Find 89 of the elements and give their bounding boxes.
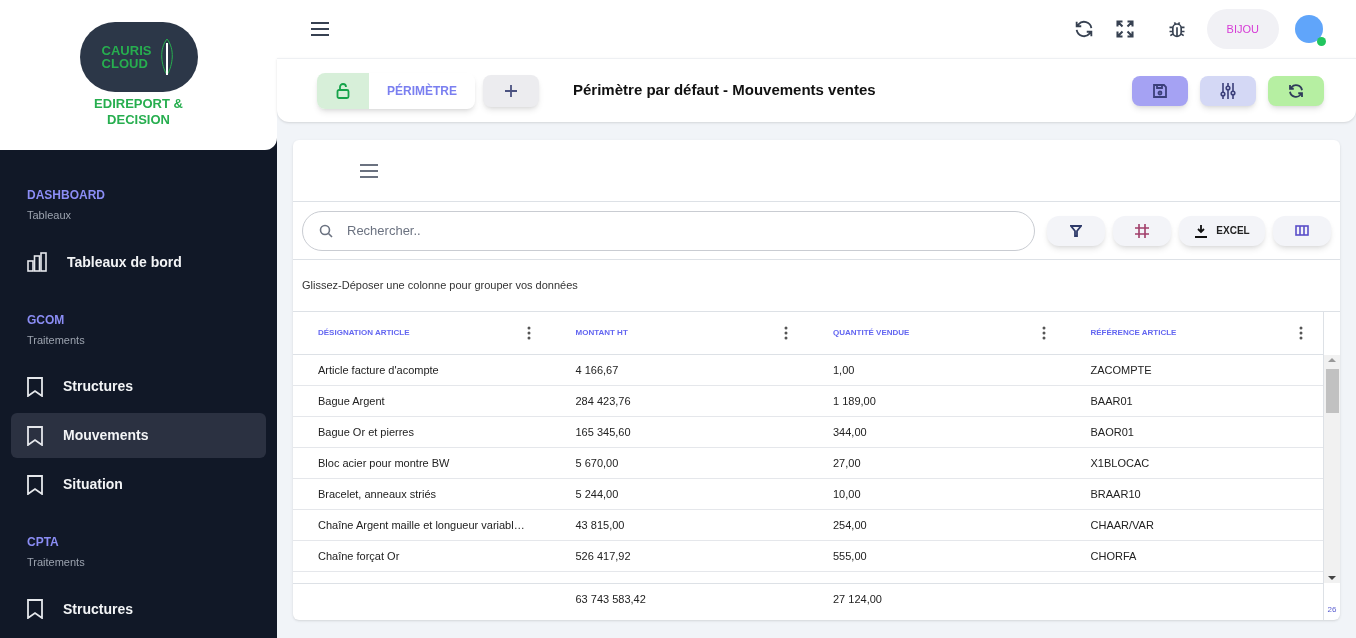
logo-text: CLOUD <box>101 56 149 70</box>
table-cell-text: 1,00 <box>832 362 856 378</box>
more-icon[interactable] <box>1041 326 1046 340</box>
grid-icon <box>1135 223 1149 238</box>
total-cell: 63 743 583,42 <box>575 592 646 605</box>
save-icon <box>1152 82 1168 99</box>
download-icon <box>1194 223 1209 238</box>
table-cell-text: Bague Argent <box>317 393 386 409</box>
table-cell-text: 284 423,76 <box>574 393 632 409</box>
company-button[interactable]: BIJOU <box>1206 9 1279 49</box>
section-subtitle: Traitements <box>26 332 86 348</box>
fullscreen-icon[interactable] <box>1114 19 1135 39</box>
column-header[interactable]: DÉSIGNATION ARTICLE <box>318 327 527 339</box>
save-button[interactable] <box>1132 75 1188 106</box>
table-cell-text: Bracelet, anneaux striés <box>317 486 437 502</box>
lock-button[interactable] <box>317 72 369 109</box>
row-count: 26 <box>1327 604 1337 616</box>
column-header[interactable]: RÉFÉRENCE ARTICLE <box>1090 327 1299 339</box>
grid-button[interactable] <box>1113 215 1171 246</box>
table-cell-text: CHAAR/VAR <box>1089 517 1155 533</box>
table-cell-text: BAOR01 <box>1089 424 1135 440</box>
sidebar-item[interactable]: Structures <box>11 586 266 632</box>
column-header[interactable]: QUANTITÉ VENDUE <box>833 327 1042 339</box>
table-cell-text: 254,00 <box>832 517 868 533</box>
table-cell-text: Chaîne Argent maille et longueur variabl… <box>317 517 526 533</box>
section-title: DASHBOARD <box>26 187 106 204</box>
table-cell-text: 526 417,92 <box>574 548 632 564</box>
table-cell-text: ZACOMPTE <box>1089 362 1153 378</box>
table-cell-text: 43 815,00 <box>574 517 626 533</box>
page-title: Périmètre par défaut - Mouvements ventes <box>573 80 876 101</box>
filter-icon <box>1070 224 1082 237</box>
filter-button[interactable] <box>1047 215 1105 246</box>
more-icon[interactable] <box>526 326 531 340</box>
bookmark-icon <box>27 376 43 397</box>
table-cell-text: 165 345,60 <box>574 424 632 440</box>
table-cell-text: 4 166,67 <box>574 362 620 378</box>
logo-tagline: EDIREPORT & <box>94 95 183 112</box>
section-title: GCOM <box>26 311 66 329</box>
table-cell-text: 344,00 <box>832 424 868 440</box>
total-cell: 27 124,00 <box>833 592 882 605</box>
section-subtitle: Traitements <box>26 555 86 570</box>
column-header[interactable]: MONTANT HT <box>575 327 784 339</box>
scrollbar-thumb[interactable] <box>1325 369 1339 413</box>
table-cell-text: CHORFA <box>1089 548 1138 564</box>
section-subtitle: Tableaux <box>26 208 73 223</box>
settings-button[interactable] <box>1200 75 1256 106</box>
more-icon[interactable] <box>1299 326 1303 340</box>
sidebar-item[interactable]: Situation <box>11 462 266 507</box>
sidebar-item[interactable]: Structures <box>11 364 266 409</box>
search-field[interactable]: Rechercher.. <box>302 210 1035 251</box>
export-excel-button[interactable]: EXCEL <box>1179 215 1265 246</box>
user-avatar[interactable] <box>1295 15 1323 43</box>
menu-icon[interactable] <box>359 162 379 179</box>
table-cell-text: Bague Or et pierres <box>317 424 415 440</box>
lock-icon <box>336 82 350 99</box>
sliders-icon <box>1220 81 1236 100</box>
group-hint: Glissez-Déposer une colonne pour grouper vos données <box>302 278 578 294</box>
table-cell-text: BAAR01 <box>1089 393 1134 409</box>
bookmark-icon <box>27 599 43 619</box>
table-cell-text: Chaîne forçat Or <box>317 548 401 564</box>
table-cell-text: BRAAR10 <box>1089 486 1142 502</box>
table-cell-text: 10,00 <box>832 486 862 502</box>
menu-icon[interactable] <box>310 21 330 37</box>
table-cell-text: 5 244,00 <box>574 486 620 502</box>
bookmark-icon <box>27 425 43 446</box>
refresh-icon <box>1287 81 1305 100</box>
columns-button[interactable] <box>1273 215 1331 246</box>
bookmark-icon <box>27 474 43 495</box>
logo-text: CAURIS <box>101 43 152 57</box>
table-cell-text: Bloc acier pour montre BW <box>317 455 451 471</box>
more-icon[interactable] <box>784 326 788 340</box>
reload-button[interactable] <box>1268 75 1324 106</box>
table-cell-text: 555,00 <box>832 548 868 564</box>
table-cell-text: 5 670,00 <box>574 455 620 471</box>
search-icon <box>319 223 333 238</box>
table-cell-text: Article facture d'acompte <box>317 362 440 378</box>
plus-icon <box>504 83 518 98</box>
feather-icon <box>159 36 176 77</box>
sidebar-item[interactable]: Tableaux de bord <box>11 239 266 285</box>
columns-icon <box>1295 225 1309 236</box>
logo-tagline: DECISION <box>107 112 170 129</box>
sidebar-item[interactable]: Mouvements <box>11 413 266 458</box>
table-cell-text: X1BLOCAC <box>1089 455 1151 471</box>
table-cell-text: 27,00 <box>832 455 862 471</box>
bar-chart-icon <box>27 252 47 272</box>
section-title: CPTA <box>26 534 60 551</box>
table-cell-text: 1 189,00 <box>832 393 877 409</box>
scroll-down-icon[interactable] <box>1328 573 1336 583</box>
add-button[interactable] <box>483 74 539 107</box>
